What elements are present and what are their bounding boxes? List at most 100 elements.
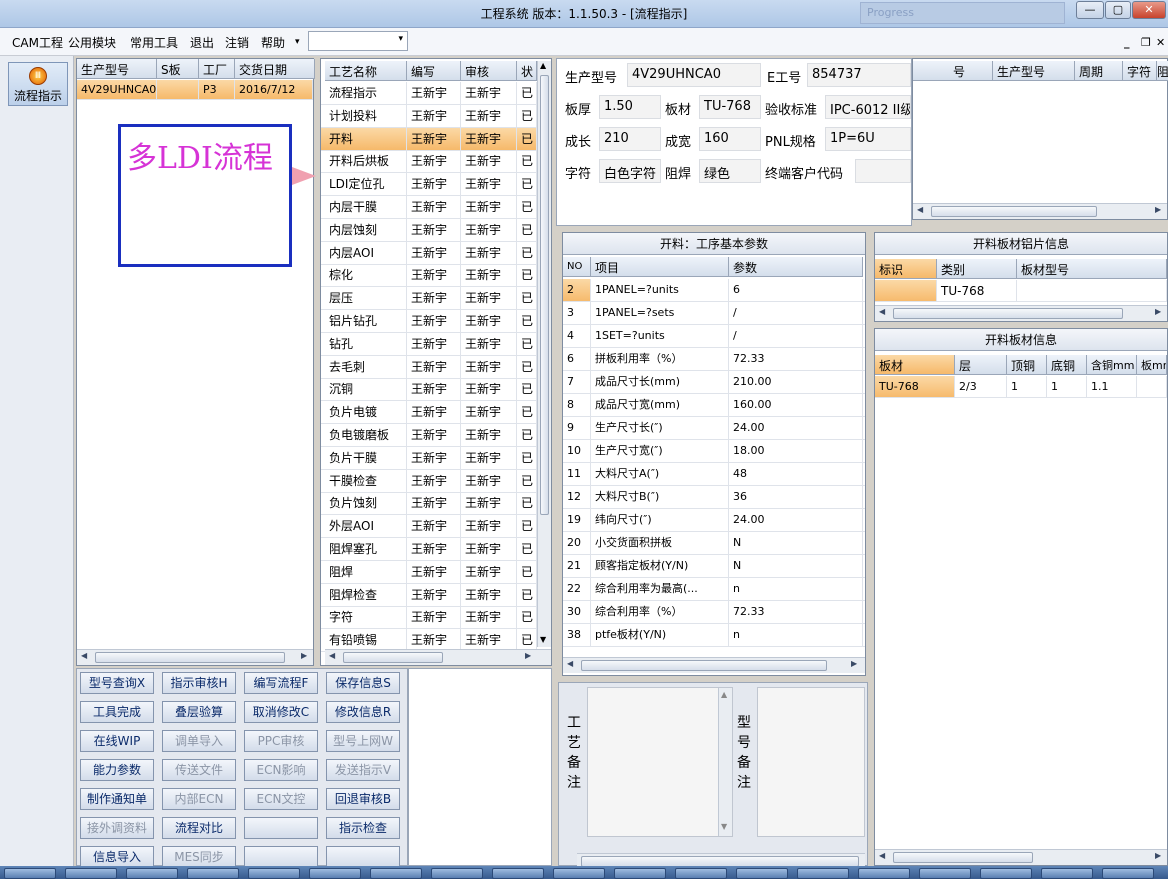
process-row[interactable]: 棕化 王新宇 王新宇已	[321, 264, 537, 288]
col-header-model[interactable]: 生产型号	[993, 61, 1075, 81]
scroll-right-icon[interactable]: ▶	[525, 651, 531, 660]
action-button-24[interactable]: 指示检查	[326, 817, 400, 839]
field-model[interactable]: 4V29UHNCA0	[627, 63, 761, 87]
action-button-26[interactable]: MES同步	[162, 846, 236, 868]
field-material[interactable]: TU-768	[699, 95, 761, 119]
process-row[interactable]: 流程指示 王新宇 王新宇已	[321, 82, 537, 105]
scroll-thumb[interactable]	[581, 660, 827, 671]
board-hscrollbar[interactable]: ◀ ▶	[875, 849, 1167, 865]
field-legend[interactable]: 白色字符	[599, 159, 661, 183]
param-row[interactable]: 38 ptfe板材(Y/N) n	[563, 624, 865, 647]
col-header-value[interactable]: 参数	[729, 257, 863, 277]
model-list-hscrollbar[interactable]: ◀ ▶	[913, 203, 1167, 219]
process-row[interactable]: 负片干膜 王新宇 王新宇已	[321, 446, 537, 470]
field-customer-code[interactable]	[855, 159, 911, 183]
param-row[interactable]: 3 1PANEL=?sets /	[563, 302, 865, 325]
param-row[interactable]: 8 成品尺寸宽(mm) 160.00	[563, 394, 865, 417]
scroll-up-icon[interactable]: ▲	[540, 61, 546, 70]
col-header-mask[interactable]: 阻	[1157, 61, 1168, 81]
col-header-mark[interactable]: 标识	[875, 259, 937, 279]
col-header-bottom-copper[interactable]: 底铜	[1047, 355, 1087, 375]
process-row[interactable]: 阻焊 王新宇 王新宇已	[321, 560, 537, 584]
taskbar-item[interactable]	[858, 868, 910, 879]
mdi-minimize-button[interactable]: _	[1124, 36, 1130, 49]
action-button-25[interactable]: 信息导入	[80, 846, 154, 868]
col-header-reviewer[interactable]: 审核	[461, 61, 517, 81]
model-remark-textarea[interactable]	[757, 687, 865, 837]
process-row[interactable]: 字符 王新宇 王新宇已	[321, 606, 537, 630]
process-remark-textarea[interactable]: ▲ ▼	[587, 687, 733, 837]
taskbar-item[interactable]	[1102, 868, 1154, 879]
action-button-13[interactable]: 能力参数	[80, 759, 154, 781]
alu-row[interactable]: TU-768	[875, 280, 1167, 302]
action-button-27[interactable]	[244, 846, 318, 868]
field-pnl[interactable]: 1P=6U	[825, 127, 911, 151]
param-row[interactable]: 22 综合利用率为最高(... n	[563, 578, 865, 601]
action-button-5[interactable]: 工具完成	[80, 701, 154, 723]
taskbar-item[interactable]	[736, 868, 788, 879]
scroll-thumb[interactable]	[343, 652, 443, 663]
col-header-type[interactable]: 类别	[937, 259, 1017, 279]
process-vscrollbar[interactable]: ▲ ▼	[537, 61, 551, 647]
scroll-right-icon[interactable]: ▶	[301, 651, 307, 660]
process-row[interactable]: 阻焊塞孔 王新宇 王新宇已	[321, 538, 537, 561]
process-row[interactable]: 负片蚀刻 王新宇 王新宇已	[321, 492, 537, 516]
taskbar-item[interactable]	[370, 868, 422, 879]
process-row[interactable]: 负电镀磨板 王新宇 王新宇已	[321, 424, 537, 447]
col-header-board[interactable]: 板材	[875, 355, 955, 375]
board-row[interactable]: TU-768 2/3 1 1 1.1	[875, 376, 1167, 398]
remark-vscrollbar[interactable]: ▲ ▼	[718, 688, 732, 836]
scroll-left-icon[interactable]: ◀	[917, 205, 923, 214]
action-button-28[interactable]	[326, 846, 400, 868]
action-button-18[interactable]: 内部ECN	[162, 788, 236, 810]
action-button-7[interactable]: 取消修改C	[244, 701, 318, 723]
action-button-23[interactable]	[244, 817, 318, 839]
taskbar-item[interactable]	[126, 868, 178, 879]
param-row[interactable]: 6 拼板利用率（%） 72.33	[563, 348, 865, 371]
menu-common-module[interactable]: 公用模块	[68, 34, 116, 51]
taskbar-item[interactable]	[4, 868, 56, 879]
taskbar-item[interactable]	[431, 868, 483, 879]
param-row[interactable]: 2 1PANEL=?units 6	[563, 279, 865, 302]
param-row[interactable]: 11 大料尺寸A(″) 48	[563, 463, 865, 486]
action-button-20[interactable]: 回退审核B	[326, 788, 400, 810]
scroll-left-icon[interactable]: ◀	[879, 307, 885, 316]
field-solder-mask[interactable]: 绿色	[699, 159, 761, 183]
order-hscrollbar[interactable]: ◀ ▶	[77, 649, 313, 665]
action-button-16[interactable]: 发送指示V	[326, 759, 400, 781]
process-row[interactable]: 内层AOI 王新宇 王新宇已	[321, 241, 537, 265]
col-header-board-model[interactable]: 板材型号	[1017, 259, 1167, 279]
param-row[interactable]: 30 综合利用率（%） 72.33	[563, 601, 865, 624]
col-header-status[interactable]: 状	[517, 61, 537, 81]
scroll-right-icon[interactable]: ▶	[1155, 205, 1161, 214]
scroll-left-icon[interactable]: ◀	[81, 651, 87, 660]
col-header-copper-mm[interactable]: 含铜mm	[1087, 355, 1137, 375]
field-width[interactable]: 160	[699, 127, 761, 151]
action-button-12[interactable]: 型号上网W	[326, 730, 400, 752]
process-row[interactable]: 开料后烘板 王新宇 王新宇已	[321, 150, 537, 174]
field-standard[interactable]: IPC-6012 II级	[825, 95, 911, 119]
field-thickness[interactable]: 1.50	[599, 95, 661, 119]
process-row[interactable]: 负片电镀 王新宇 王新宇已	[321, 401, 537, 425]
taskbar-item[interactable]	[919, 868, 971, 879]
taskbar-item[interactable]	[248, 868, 300, 879]
mdi-restore-button[interactable]: ❐	[1141, 36, 1151, 49]
field-eng-no[interactable]: 854737	[807, 63, 911, 87]
process-row[interactable]: 内层蚀刻 王新宇 王新宇已	[321, 218, 537, 242]
action-button-8[interactable]: 修改信息R	[326, 701, 400, 723]
scroll-left-icon[interactable]: ◀	[567, 659, 573, 668]
col-header-author[interactable]: 编写	[407, 61, 461, 81]
taskbar-item[interactable]	[309, 868, 361, 879]
param-row[interactable]: 4 1SET=?units /	[563, 325, 865, 348]
action-button-1[interactable]: 型号查询X	[80, 672, 154, 694]
taskbar-item[interactable]	[492, 868, 544, 879]
alu-hscrollbar[interactable]: ◀ ▶	[875, 305, 1167, 321]
scroll-thumb[interactable]	[893, 308, 1123, 319]
scroll-right-icon[interactable]: ▶	[1155, 851, 1161, 860]
scroll-left-icon[interactable]: ◀	[329, 651, 335, 660]
mdi-close-button[interactable]: ✕	[1156, 36, 1165, 49]
taskbar-item[interactable]	[553, 868, 605, 879]
taskbar-item[interactable]	[980, 868, 1032, 879]
process-row[interactable]: 铝片钻孔 王新宇 王新宇已	[321, 310, 537, 333]
process-row[interactable]: 内层干膜 王新宇 王新宇已	[321, 196, 537, 219]
